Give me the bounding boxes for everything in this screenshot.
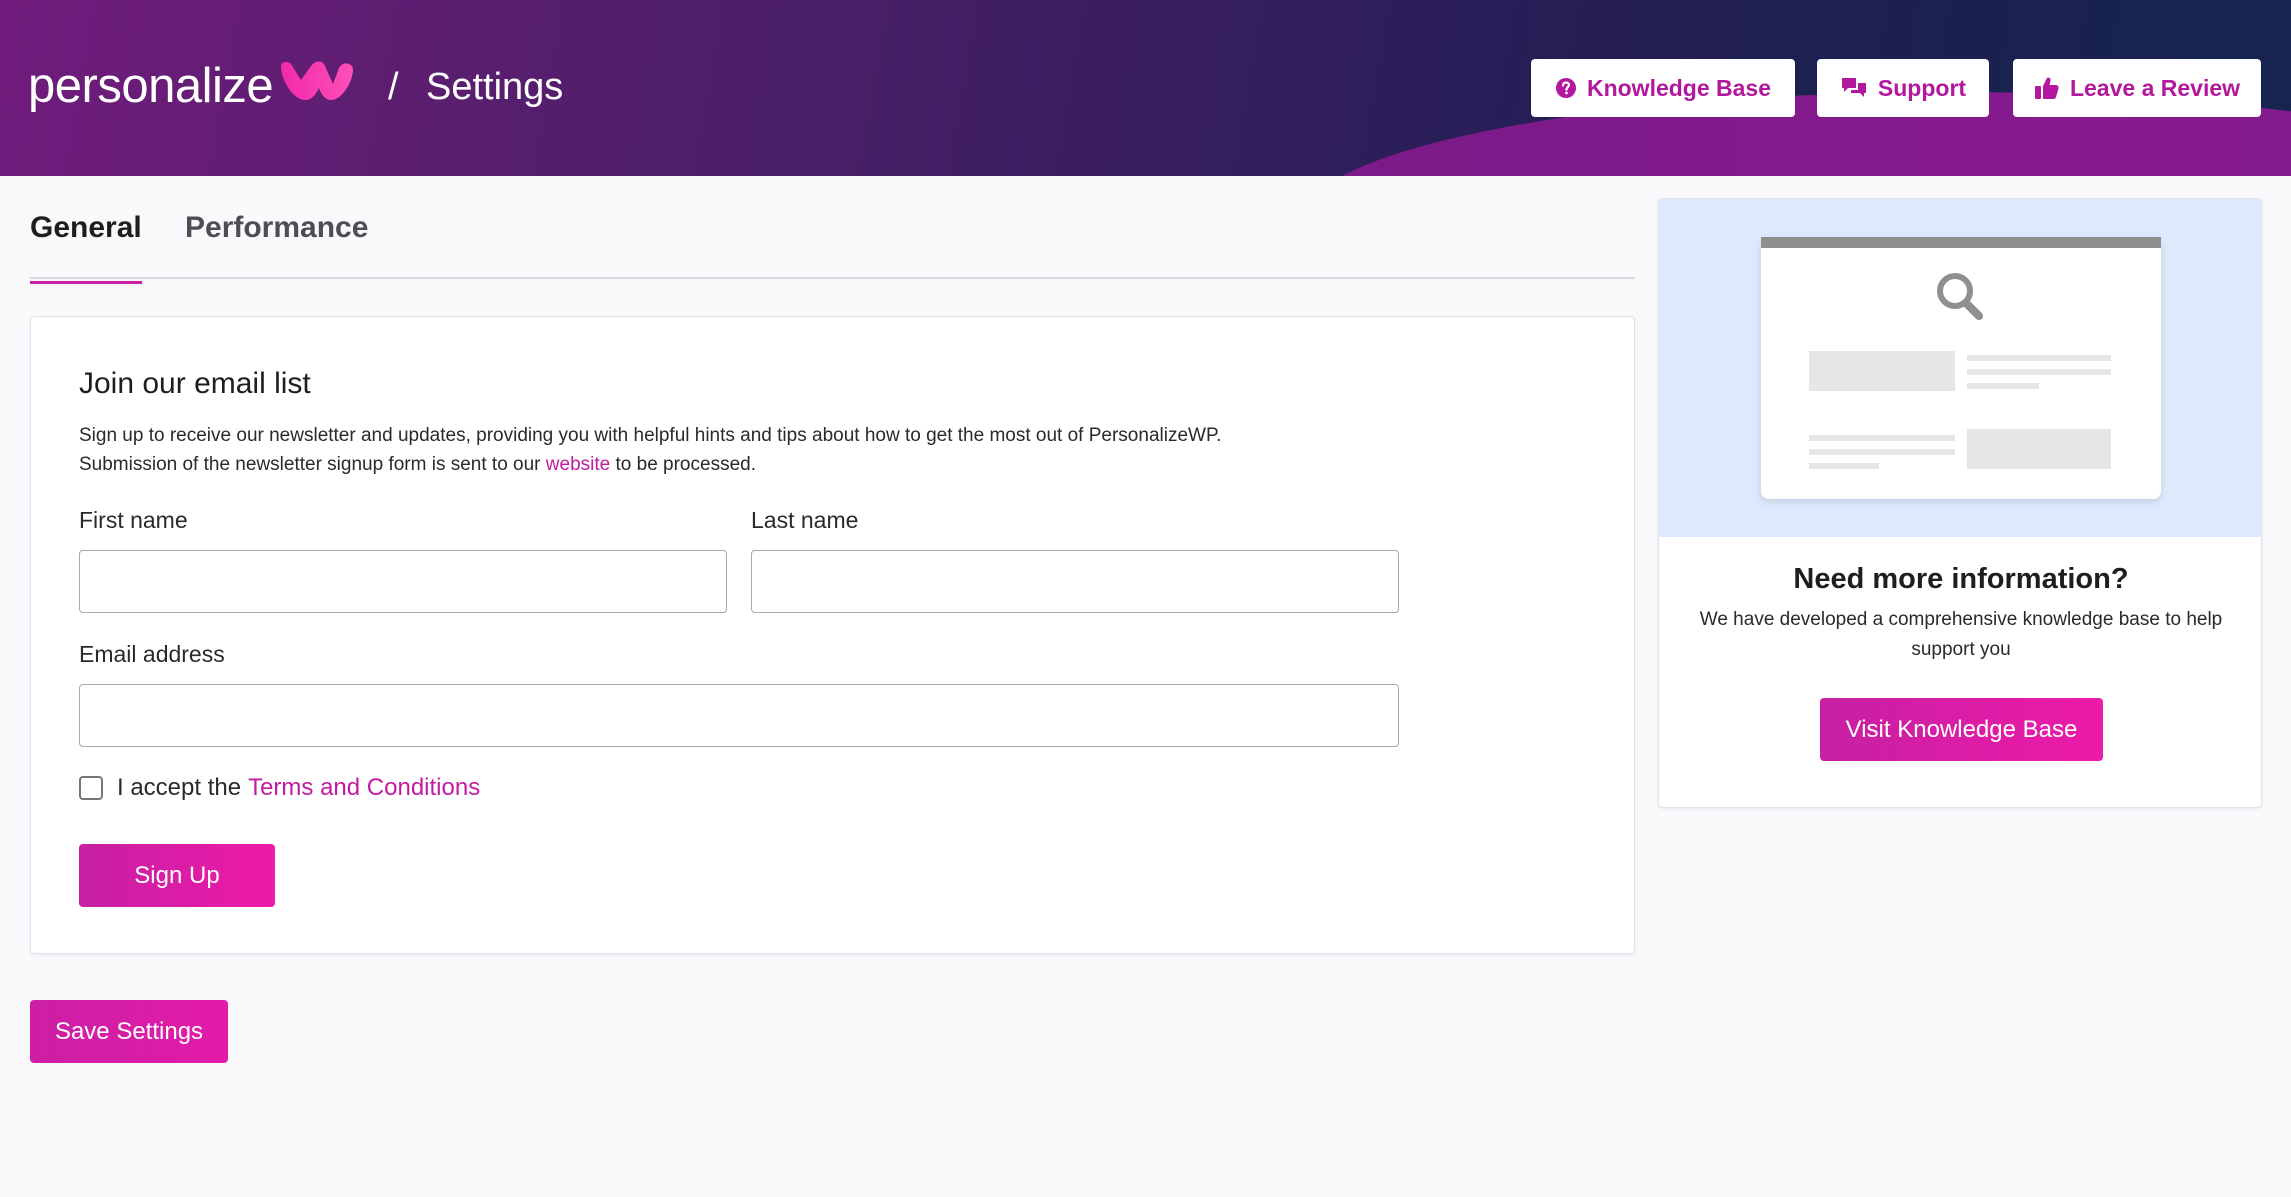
- terms-and-conditions-link[interactable]: Terms and Conditions: [248, 774, 480, 802]
- email-signup-card: Join our email list Sign up to receive o…: [30, 316, 1635, 954]
- knowledge-base-button-label: Knowledge Base: [1586, 74, 1772, 101]
- brand-logo: personalize: [28, 56, 355, 116]
- support-button[interactable]: Support: [1817, 59, 1989, 117]
- website-link[interactable]: website: [546, 454, 610, 475]
- email-field[interactable]: [79, 684, 1399, 747]
- support-button-label: Support: [1877, 74, 1967, 101]
- top-banner: personalize / Settings Knowledge Base Su…: [0, 0, 2291, 176]
- browser-search-illustration: [1761, 237, 2161, 499]
- thumbs-up-icon: [2034, 77, 2059, 99]
- last-name-label: Last name: [751, 507, 859, 533]
- leave-review-button-label: Leave a Review: [2069, 74, 2241, 101]
- knowledge-base-promo-card: Need more information? We have developed…: [1658, 198, 2262, 808]
- promo-illustration-area: [1659, 199, 2261, 537]
- first-name-field[interactable]: [79, 550, 727, 613]
- save-settings-button[interactable]: Save Settings: [30, 1000, 228, 1063]
- question-circle-icon: [1555, 78, 1576, 98]
- leave-review-button[interactable]: Leave a Review: [2013, 59, 2261, 117]
- terms-checkbox[interactable]: [79, 776, 103, 800]
- email-signup-title: Join our email list: [79, 367, 311, 400]
- brand-wordmark: personalize: [28, 59, 274, 113]
- first-name-label: First name: [79, 507, 188, 533]
- description-line-2-end: to be processed.: [615, 454, 756, 475]
- settings-tabs: General Performance: [30, 205, 1635, 284]
- email-address-label: Email address: [79, 641, 225, 667]
- sign-up-button[interactable]: Sign Up: [79, 844, 275, 907]
- description-line-2-start: Submission of the newsletter signup form…: [79, 454, 541, 475]
- email-signup-description: Sign up to receive our newsletter and up…: [79, 421, 1221, 479]
- page-title: Settings: [426, 66, 564, 108]
- terms-row: I accept the Terms and Conditions: [79, 774, 480, 802]
- visit-knowledge-base-button[interactable]: Visit Knowledge Base: [1820, 698, 2103, 761]
- brand-mark-icon: [281, 61, 354, 100]
- terms-prefix: I accept the: [117, 774, 242, 801]
- tab-performance[interactable]: Performance: [185, 211, 368, 273]
- description-line-1: Sign up to receive our newsletter and up…: [79, 425, 1222, 446]
- promo-title: Need more information?: [1793, 563, 2129, 595]
- last-name-field[interactable]: [751, 550, 1399, 613]
- chat-bubbles-icon: [1841, 78, 1866, 97]
- knowledge-base-button[interactable]: Knowledge Base: [1531, 59, 1795, 117]
- tab-general[interactable]: General: [30, 211, 142, 284]
- breadcrumb-separator: /: [388, 66, 399, 108]
- promo-description: We have developed a comprehensive knowle…: [1699, 609, 2223, 660]
